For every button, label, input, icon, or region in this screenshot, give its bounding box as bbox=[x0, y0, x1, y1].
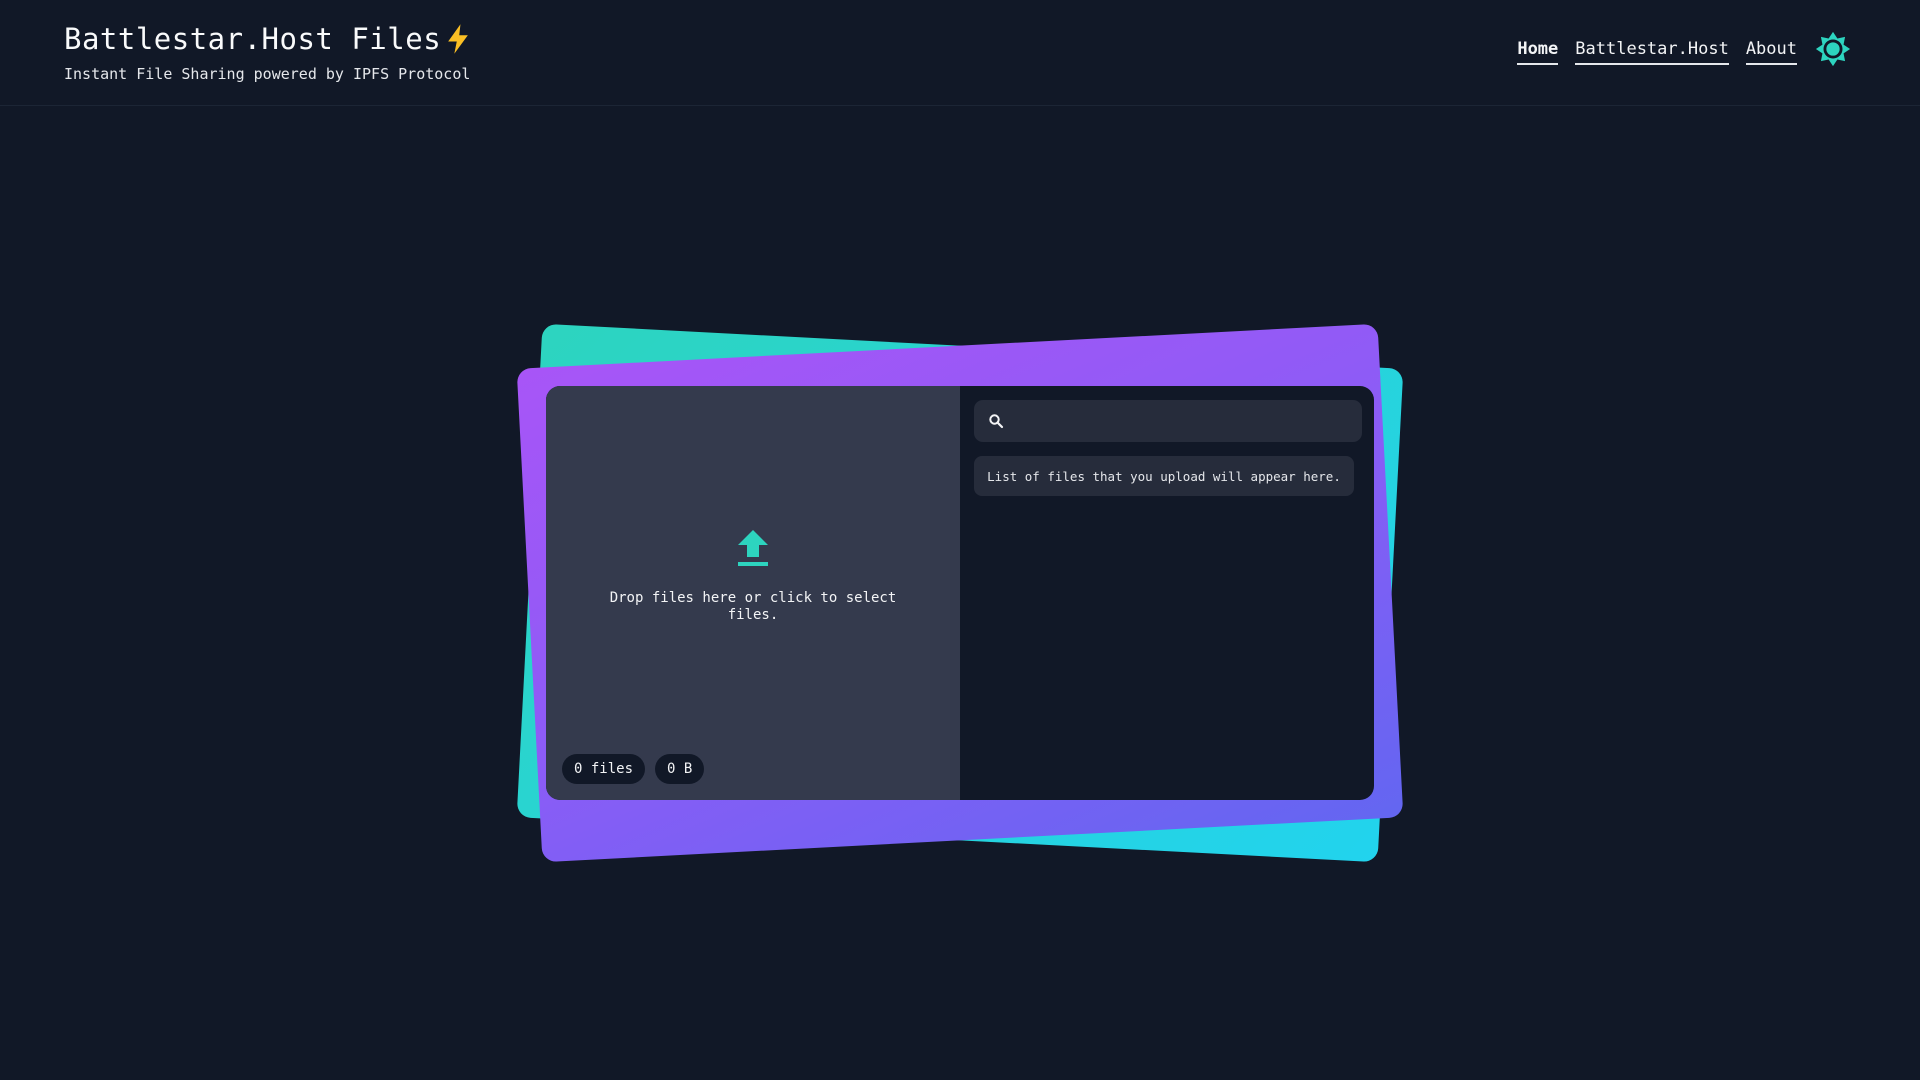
nav-about[interactable]: About bbox=[1745, 39, 1797, 65]
lightning-bolt-icon bbox=[448, 24, 469, 54]
search-box bbox=[974, 400, 1362, 442]
upload-icon bbox=[738, 530, 768, 566]
main-nav: Home Battlestar.Host About bbox=[1517, 31, 1852, 68]
empty-file-list-message: List of files that you upload will appea… bbox=[974, 456, 1354, 496]
total-size-badge: 0 B bbox=[655, 754, 705, 784]
site-subtitle: Instant File Sharing powered by IPFS Pro… bbox=[64, 65, 471, 83]
dropzone-text: Drop files here or click to select files… bbox=[609, 590, 897, 623]
uploader-panel: Drop files here or click to select files… bbox=[546, 386, 1374, 800]
nav-battlestar-host[interactable]: Battlestar.Host bbox=[1575, 39, 1729, 65]
nav-home[interactable]: Home bbox=[1517, 39, 1559, 65]
file-list-panel: List of files that you upload will appea… bbox=[960, 386, 1374, 800]
upload-stats: 0 files 0 B bbox=[562, 754, 714, 784]
search-input[interactable] bbox=[1004, 400, 1362, 442]
search-icon bbox=[989, 414, 1004, 429]
brand: Battlestar.Host Files Instant File Shari… bbox=[64, 22, 473, 83]
site-title-text: Battlestar.Host Files bbox=[64, 22, 442, 56]
file-count-badge: 0 files bbox=[562, 754, 646, 784]
sun-icon[interactable] bbox=[1814, 30, 1852, 68]
file-dropzone[interactable]: Drop files here or click to select files… bbox=[546, 386, 960, 800]
site-header: Battlestar.Host Files Instant File Shari… bbox=[0, 0, 1920, 106]
site-title: Battlestar.Host Files bbox=[64, 22, 473, 56]
